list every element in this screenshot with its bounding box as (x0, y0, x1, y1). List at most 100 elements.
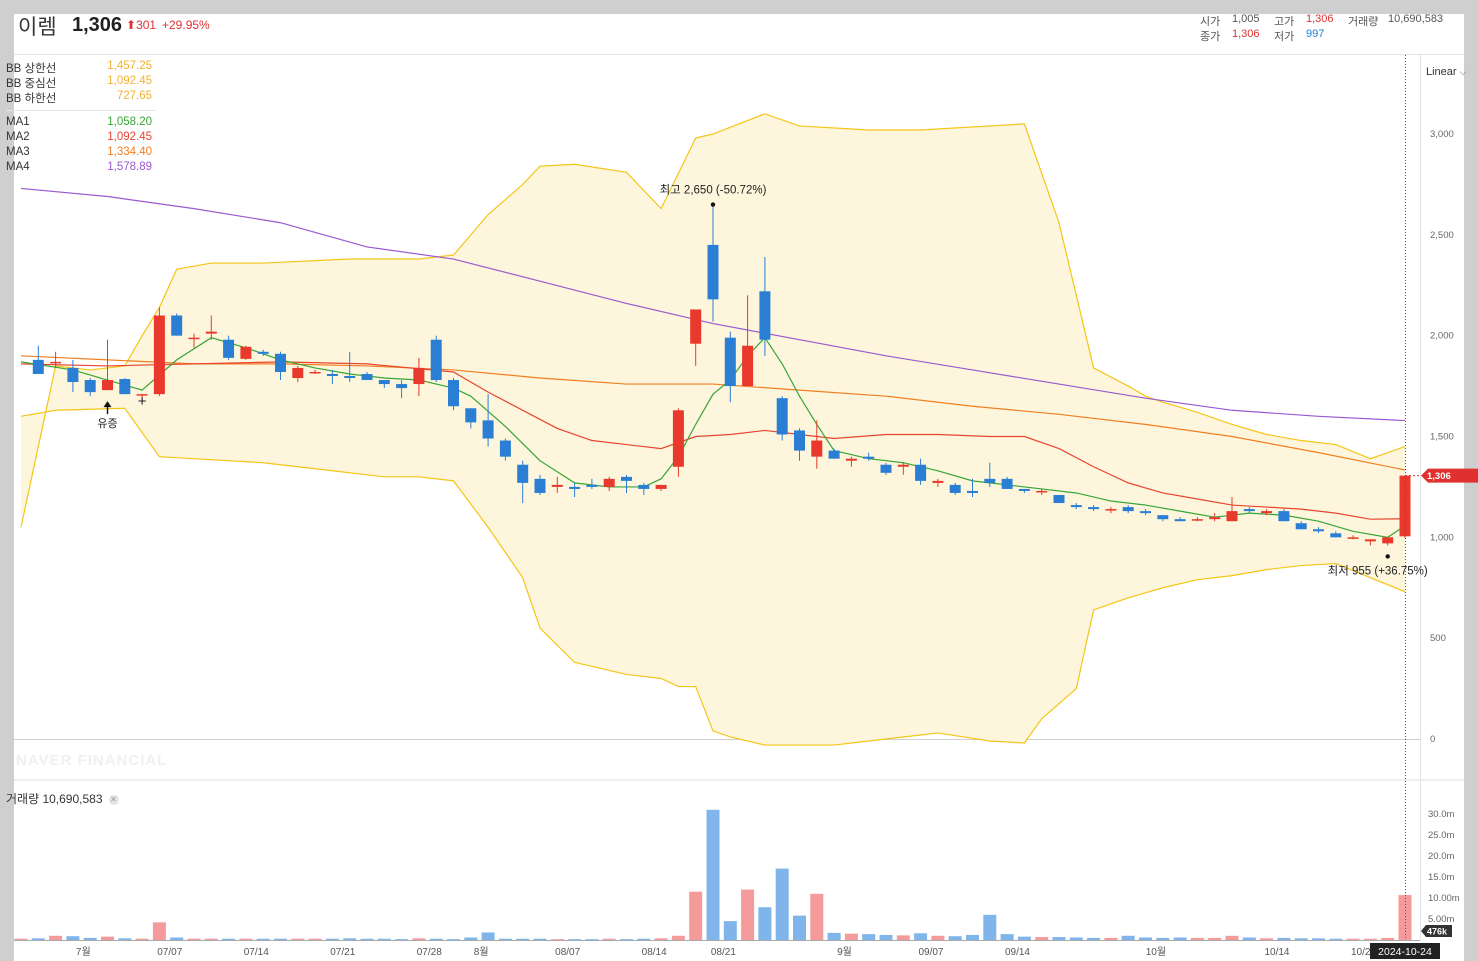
volume-bar (602, 938, 616, 940)
volume-bar (1035, 937, 1049, 940)
volume-bar (1381, 937, 1395, 940)
candle-body (1053, 494, 1065, 504)
candle-body (1347, 537, 1359, 539)
volume-bar (948, 936, 962, 940)
volume-bar (101, 936, 114, 940)
candle-body (1364, 539, 1376, 542)
volume-bar (498, 938, 512, 940)
legend-item[interactable]: MA2 1,092.45 (6, 131, 158, 146)
volume-bar (931, 935, 945, 940)
legend-label: MA4 (6, 161, 30, 173)
date-tick-label: 10/14 (1264, 947, 1289, 958)
price-tick-label: 1,500 (1430, 432, 1454, 443)
price-tick-label: 500 (1430, 633, 1446, 644)
candle-body (1226, 511, 1238, 522)
date-tick-label: 07/28 (417, 947, 442, 958)
candle-body (1191, 519, 1203, 521)
candle-body (205, 331, 217, 334)
volume-bar (291, 938, 305, 940)
volume-bar (1156, 937, 1170, 940)
volume-bar (620, 939, 633, 941)
candle-body (257, 351, 269, 354)
price-tick-label: 2,000 (1430, 331, 1454, 342)
volume-bar (1104, 937, 1118, 940)
candle-body (223, 339, 235, 358)
legend-label: BB 중심선 (6, 78, 57, 90)
candle-body (84, 380, 96, 393)
candle (672, 408, 684, 477)
volume-bar (239, 938, 253, 940)
close-volume-icon[interactable]: ✕ (108, 795, 119, 805)
candle-body (1001, 478, 1013, 489)
volume-bar (1260, 938, 1274, 940)
volume-bar (1017, 936, 1031, 940)
candle-body (1140, 511, 1151, 514)
volume-bar (862, 934, 876, 940)
volume-bar (1312, 938, 1325, 940)
candle-body (448, 380, 459, 407)
volume-bar (152, 922, 166, 940)
candle-body (499, 440, 511, 457)
date-tick-label: 9월 (837, 946, 852, 958)
legend-item[interactable]: BB 중심선 1,092.45 (6, 75, 158, 90)
volume-bar (966, 934, 979, 940)
volume-bar (222, 938, 236, 940)
candle-body (1278, 511, 1290, 522)
volume-tick-label: 30.0m (1428, 809, 1454, 820)
volume-bar (274, 938, 287, 940)
volume-bar (377, 938, 391, 940)
candle-body (517, 464, 529, 483)
price-tick-label: 2,500 (1430, 230, 1454, 241)
candle (240, 345, 252, 360)
volume-bar (447, 939, 460, 941)
legend-label: MA2 (6, 131, 30, 143)
candle-body (378, 380, 390, 385)
legend-item[interactable]: BB 상한선 1,457.25 (6, 60, 158, 75)
volume-bars (14, 809, 1412, 941)
legend-label: BB 하한선 (6, 93, 57, 105)
volume-bar (568, 939, 582, 941)
candle-body (742, 345, 754, 387)
candle-body (1122, 507, 1134, 512)
date-tick-label: 10월 (1146, 946, 1166, 958)
high-point-dot (710, 202, 716, 207)
candle-body (724, 337, 736, 387)
legend-item[interactable]: MA3 1,334.40 (6, 146, 158, 161)
volume-bar (14, 938, 28, 940)
candle-body (1105, 509, 1117, 511)
volume-bar (481, 932, 495, 940)
volume-bar (1052, 937, 1066, 940)
date-tick-label: 08/07 (555, 947, 580, 958)
candle-body (863, 456, 875, 459)
candle-body (430, 339, 442, 381)
candle-body (1088, 507, 1100, 510)
legend-item[interactable]: BB 하한선 727.65 (6, 90, 158, 105)
candle-body (967, 490, 978, 493)
legend-separator (6, 110, 156, 111)
volume-bar (1225, 935, 1239, 940)
volume-bar (775, 868, 789, 940)
candle-body (1313, 529, 1324, 532)
candle-body (275, 353, 286, 372)
candle-body (240, 346, 252, 359)
volume-bar (1000, 934, 1014, 940)
volume-bar (1173, 937, 1187, 940)
volume-tick-label: 15.0m (1428, 872, 1454, 883)
candle (1053, 494, 1065, 504)
price-chart[interactable]: NAVER FINANCIAL 0 500 1,000 1,500 2,000 2,500 3… (0, 0, 1478, 961)
candle-body (690, 309, 702, 344)
scale-mode-toggle[interactable]: Linear ⌵ (1426, 66, 1466, 78)
candle (102, 339, 113, 391)
volume-tick-label: 20.0m (1428, 851, 1454, 862)
high-point-label: 최고 2,650 (-50.72%) (660, 184, 767, 197)
candle-body (949, 484, 961, 493)
candle-body (759, 291, 771, 340)
volume-bar (1277, 937, 1291, 940)
candle-body (171, 315, 183, 336)
legend-item[interactable]: MA4 1,578.89 (6, 161, 158, 176)
volume-bar (689, 891, 703, 940)
volume-bar (1069, 937, 1083, 940)
legend-item[interactable]: MA1 1,058.20 (6, 116, 158, 131)
candle (448, 378, 459, 411)
volume-bar (879, 934, 893, 940)
